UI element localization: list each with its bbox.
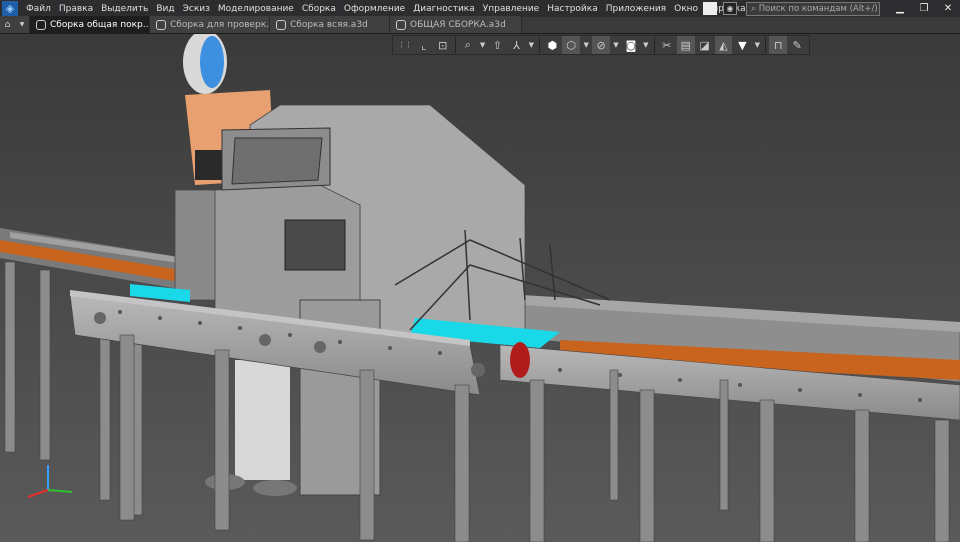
tab-label: Сборка для проверк... xyxy=(170,19,270,30)
home-button[interactable]: ⌂ ▼ xyxy=(0,16,30,33)
shaded-display-icon[interactable]: ⬢ xyxy=(543,36,561,54)
assembly-icon xyxy=(276,19,286,30)
filter-icon[interactable]: ▼ xyxy=(733,36,751,54)
tab-label: Сборка общая покр... xyxy=(50,19,150,30)
grip-icon[interactable]: ⋮⋮ xyxy=(396,36,414,54)
explode-icon[interactable]: ✂ xyxy=(658,36,676,54)
menu-modeling[interactable]: Моделирование xyxy=(214,4,298,14)
assembly-icon xyxy=(156,19,166,30)
zoom-dropdown-icon[interactable]: ▼ xyxy=(478,36,488,54)
filter-dropdown-icon[interactable]: ▼ xyxy=(752,36,762,54)
close-button[interactable]: ✕ xyxy=(936,3,960,14)
command-search-input[interactable]: ⌕ Поиск по командам (Alt+/) xyxy=(746,1,880,16)
axes-dropdown-icon[interactable]: ▼ xyxy=(526,36,536,54)
menu-file[interactable]: Файл xyxy=(22,4,55,14)
frame-icon[interactable]: ▤ xyxy=(676,36,695,54)
hide-dropdown-icon[interactable]: ▼ xyxy=(611,36,621,54)
section-view-icon[interactable]: ◙ xyxy=(622,36,640,54)
menu-sketch[interactable]: Эскиз xyxy=(179,4,214,14)
layers-icon[interactable]: ◭ xyxy=(714,36,733,54)
assembly-icon xyxy=(36,19,46,30)
hide-icon[interactable]: ⊘ xyxy=(592,36,611,54)
3d-viewport[interactable] xyxy=(0,34,960,542)
panel-toggle-icon[interactable] xyxy=(703,2,717,15)
menu-settings[interactable]: Настройка xyxy=(543,4,602,14)
document-tabs: ⌂▼ Сборка общая покр...✕ Сборка для пров… xyxy=(0,16,960,34)
menu-window[interactable]: Окно xyxy=(670,4,702,14)
menu-view[interactable]: Вид xyxy=(152,4,178,14)
tab-label: Сборка всяя.a3d xyxy=(290,19,368,30)
axes-icon[interactable]: ⅄ xyxy=(507,36,525,54)
menu-bar: ◈ Файл Правка Выделить Вид Эскиз Моделир… xyxy=(0,0,960,17)
menu-apps[interactable]: Приложения xyxy=(602,4,670,14)
pipette-icon[interactable]: ✎ xyxy=(788,36,806,54)
wireframe-display-icon[interactable]: ⬡ xyxy=(562,36,581,54)
assembly-icon xyxy=(396,19,406,30)
tab-document-4[interactable]: ОБЩАЯ СБОРКА.a3d xyxy=(390,16,522,33)
camera-icon[interactable]: ◉ xyxy=(723,2,737,15)
view-toolbar: ⋮⋮ ⌞ ⊡ ⌕ ▼ ⇧ ⅄ ▼ ⬢ ⬡ ▼ ⊘ ▼ ◙ ▼ ✂ ▤ ◪ ◭ ▼… xyxy=(392,35,810,55)
display-dropdown-icon[interactable]: ▼ xyxy=(581,36,591,54)
search-placeholder: Поиск по командам (Alt+/) xyxy=(758,3,878,14)
menu-manage[interactable]: Управление xyxy=(479,4,543,14)
menu-diagnostics[interactable]: Диагностика xyxy=(409,4,479,14)
measure-icon[interactable]: ⊓ xyxy=(769,36,788,54)
orientation-icon[interactable]: ⌞ xyxy=(415,36,433,54)
app-logo-icon[interactable]: ◈ xyxy=(2,0,18,17)
chevron-down-icon: ▼ xyxy=(19,21,25,28)
menu-assembly[interactable]: Сборка xyxy=(298,4,340,14)
appearance-icon[interactable]: ◪ xyxy=(696,36,714,54)
minimize-button[interactable]: ▁ xyxy=(888,3,912,14)
tab-document-1[interactable]: Сборка общая покр...✕ xyxy=(30,16,150,33)
menu-select[interactable]: Выделить xyxy=(97,4,152,14)
pan-icon[interactable]: ⇧ xyxy=(489,36,507,54)
tab-document-3[interactable]: Сборка всяя.a3d xyxy=(270,16,390,33)
section-dropdown-icon[interactable]: ▼ xyxy=(641,36,651,54)
normal-view-icon[interactable]: ⊡ xyxy=(434,36,452,54)
tab-document-2[interactable]: Сборка для проверк... xyxy=(150,16,270,33)
menu-design[interactable]: Оформление xyxy=(340,4,409,14)
tab-label: ОБЩАЯ СБОРКА.a3d xyxy=(410,19,506,30)
home-icon: ⌂ xyxy=(4,19,11,30)
restore-button[interactable]: ❐ xyxy=(912,3,936,14)
search-icon: ⌕ xyxy=(751,3,756,14)
zoom-icon[interactable]: ⌕ xyxy=(459,36,477,54)
menu-edit[interactable]: Правка xyxy=(55,4,97,14)
